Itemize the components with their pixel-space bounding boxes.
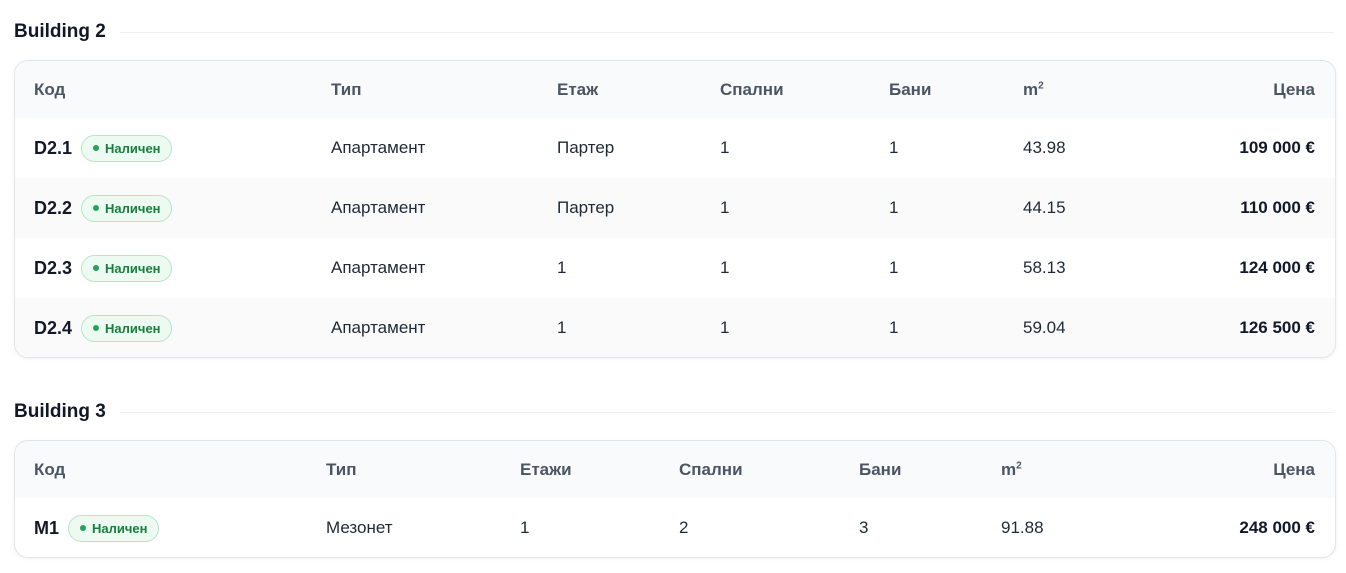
unit-floor: 1 — [557, 258, 567, 277]
col-header-price[interactable]: Цена — [1151, 441, 1335, 498]
status-dot-icon — [93, 205, 100, 211]
building-section: Building 3 Код Тип Етажи Спални Бани m2 … — [14, 400, 1336, 558]
unit-price: 124 000 € — [1239, 258, 1315, 277]
col-header-bedrooms[interactable]: Спални — [679, 441, 859, 498]
col-header-baths[interactable]: Бани — [889, 61, 1023, 118]
units-table-card: Код Тип Етажи Спални Бани m2 Цена M1 Нали… — [14, 440, 1336, 558]
table-row[interactable]: D2.1 Наличен Апартамент Партер 1 1 43.98 … — [15, 118, 1335, 178]
unit-floor: Партер — [557, 178, 720, 238]
col-header-code[interactable]: Код — [15, 61, 331, 118]
col-header-type[interactable]: Тип — [326, 441, 520, 498]
unit-area: 44.15 — [1023, 178, 1173, 238]
col-header-area[interactable]: m2 — [1023, 61, 1173, 118]
table-header-row: Код Тип Етажи Спални Бани m2 Цена — [15, 441, 1335, 498]
status-dot-icon — [93, 325, 100, 331]
building-section: Building 2 Код Тип Етаж Спални Бани m2 Ц… — [14, 20, 1336, 358]
units-table: Код Тип Етажи Спални Бани m2 Цена M1 Нали… — [15, 441, 1335, 557]
status-dot-icon — [93, 265, 100, 271]
unit-code-cell: M1 Наличен — [15, 498, 326, 557]
unit-baths: 1 — [889, 258, 899, 277]
divider — [119, 31, 1334, 33]
unit-code[interactable]: D2.1 — [34, 138, 72, 158]
unit-code[interactable]: D2.3 — [34, 258, 72, 278]
unit-bedrooms: 2 — [679, 518, 689, 537]
section-header: Building 2 — [14, 20, 1334, 44]
status-badge: Наличен — [81, 314, 172, 342]
col-header-bedrooms[interactable]: Спални — [720, 61, 889, 118]
unit-price: 109 000 € — [1239, 138, 1315, 157]
col-header-floor[interactable]: Етаж — [557, 61, 720, 118]
section-header: Building 3 — [14, 400, 1334, 424]
col-header-floors[interactable]: Етажи — [520, 441, 679, 498]
unit-type: Апартамент — [331, 138, 426, 157]
col-header-area[interactable]: m2 — [1001, 441, 1151, 498]
unit-floor: 1 — [557, 298, 720, 357]
units-table-card: Код Тип Етаж Спални Бани m2 Цена D2.1 Нал… — [14, 60, 1336, 358]
section-title: Building 2 — [14, 21, 106, 42]
status-dot-icon — [80, 525, 87, 531]
col-header-baths[interactable]: Бани — [859, 441, 1001, 498]
unit-area: 58.13 — [1023, 258, 1066, 277]
unit-type: Апартамент — [331, 298, 557, 357]
status-badge: Наличен — [81, 194, 172, 222]
col-header-price[interactable]: Цена — [1173, 61, 1335, 118]
col-header-type[interactable]: Тип — [331, 61, 557, 118]
unit-baths: 1 — [889, 138, 899, 157]
status-badge: Наличен — [81, 254, 172, 282]
unit-bedrooms: 1 — [720, 258, 730, 277]
table-header-row: Код Тип Етаж Спални Бани m2 Цена — [15, 61, 1335, 118]
unit-bedrooms: 1 — [720, 178, 889, 238]
status-badge: Наличен — [68, 514, 159, 542]
unit-price: 126 500 € — [1173, 298, 1335, 357]
table-row[interactable]: D2.3 Наличен Апартамент 1 1 1 58.13 124 0… — [15, 238, 1335, 298]
status-badge: Наличен — [81, 134, 172, 162]
divider — [119, 411, 1334, 413]
unit-code-cell: D2.2 Наличен — [15, 178, 331, 238]
unit-area: 91.88 — [1001, 518, 1044, 537]
col-header-code[interactable]: Код — [15, 441, 326, 498]
section-title: Building 3 — [14, 401, 106, 422]
unit-bedrooms: 1 — [720, 138, 730, 157]
unit-baths: 1 — [889, 298, 1023, 357]
table-row[interactable]: D2.4 Наличен Апартамент 1 1 1 59.04 126 5… — [15, 298, 1335, 357]
unit-baths: 3 — [859, 518, 869, 537]
unit-type: Апартамент — [331, 258, 426, 277]
unit-price: 110 000 € — [1173, 178, 1335, 238]
table-row[interactable]: D2.2 Наличен Апартамент Партер 1 1 44.15 … — [15, 178, 1335, 238]
unit-code-cell: D2.4 Наличен — [15, 298, 331, 357]
unit-floor: Партер — [557, 138, 615, 157]
unit-type: Мезонет — [326, 518, 393, 537]
unit-area: 59.04 — [1023, 298, 1173, 357]
unit-bedrooms: 1 — [720, 298, 889, 357]
unit-baths: 1 — [889, 178, 1023, 238]
unit-code-cell: D2.1 Наличен — [15, 118, 331, 178]
unit-code[interactable]: M1 — [34, 518, 59, 538]
units-table: Код Тип Етаж Спални Бани m2 Цена D2.1 Нал… — [15, 61, 1335, 357]
unit-type: Апартамент — [331, 178, 557, 238]
table-row[interactable]: M1 Наличен Мезонет 1 2 3 91.88 248 000 € — [15, 498, 1335, 557]
status-dot-icon — [93, 145, 100, 151]
unit-price: 248 000 € — [1239, 518, 1315, 537]
unit-area: 43.98 — [1023, 138, 1066, 157]
unit-floors: 1 — [520, 518, 530, 537]
unit-code-cell: D2.3 Наличен — [15, 238, 331, 298]
unit-code[interactable]: D2.4 — [34, 318, 72, 338]
unit-code[interactable]: D2.2 — [34, 198, 72, 218]
